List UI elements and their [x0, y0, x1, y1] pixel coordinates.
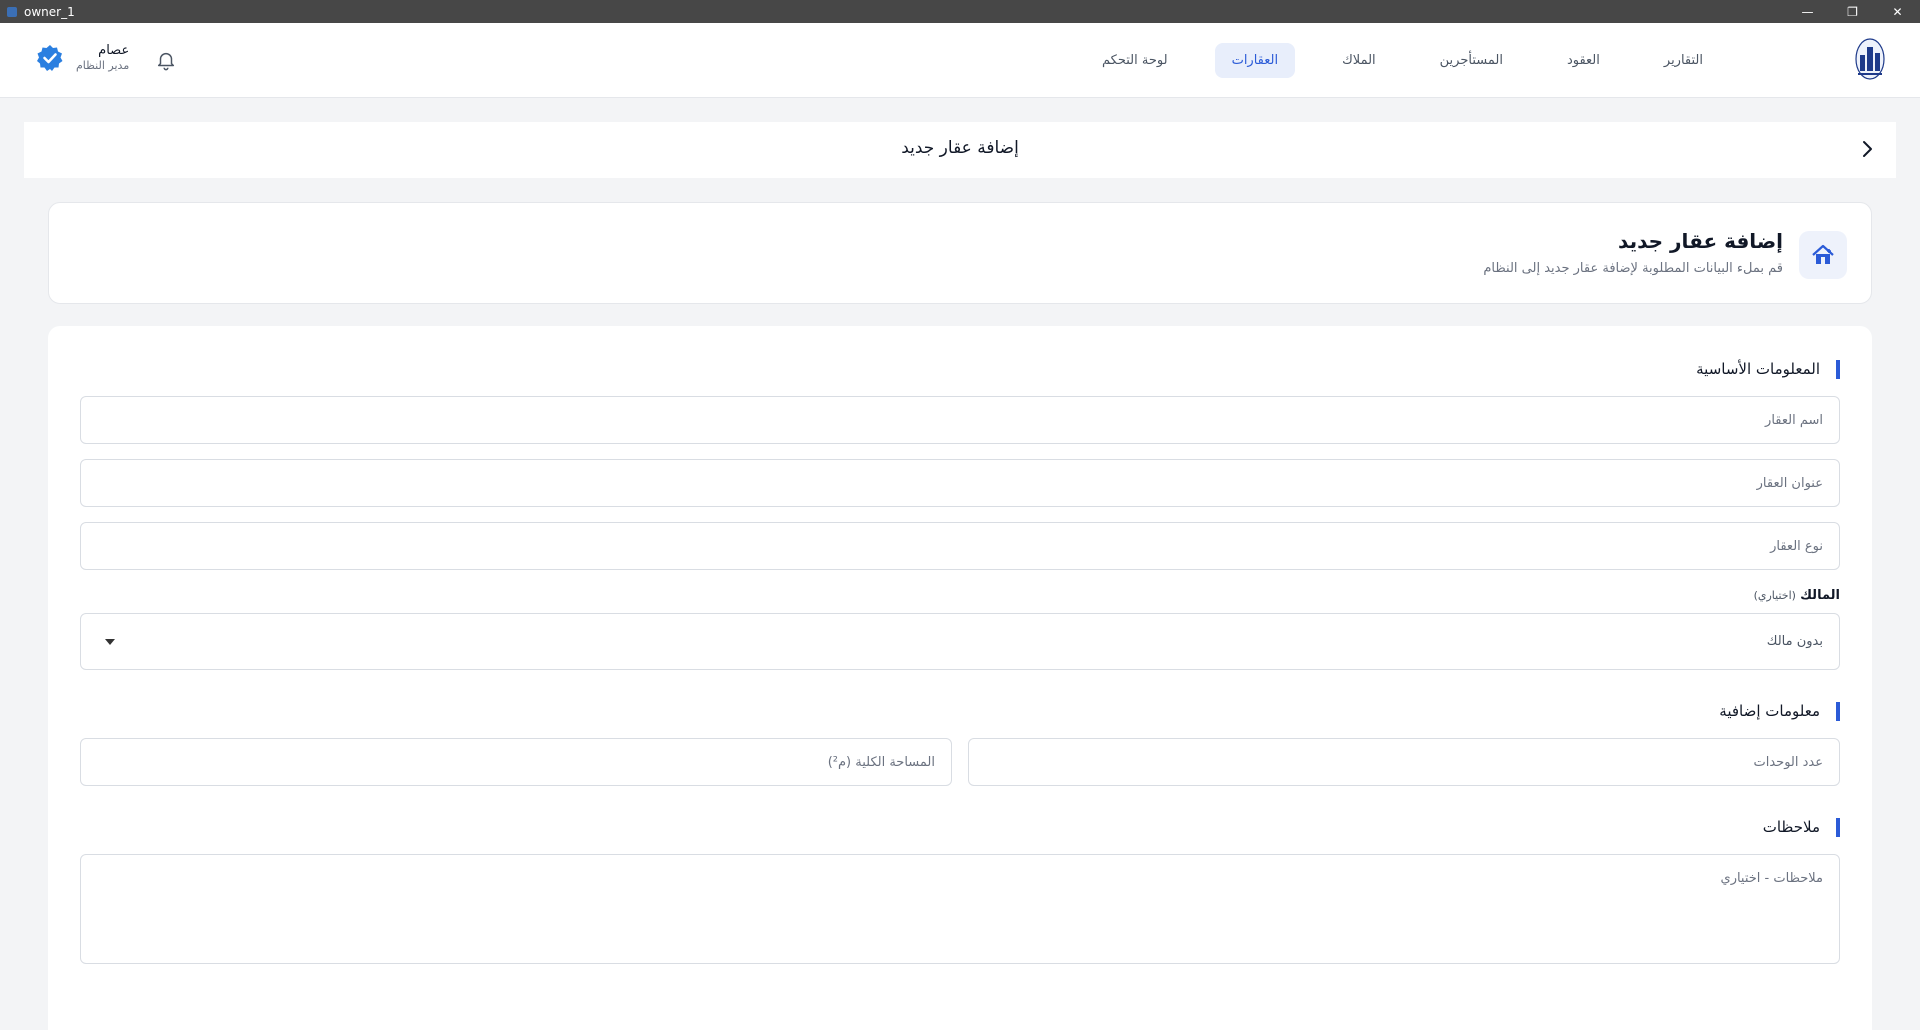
user-profile[interactable]: عصام مدير النظام	[36, 43, 129, 72]
intro-text: إضافة عقار جديد قم بملء البيانات المطلوب…	[1483, 229, 1783, 276]
notes-textarea[interactable]	[81, 855, 1839, 963]
user-info: عصام مدير النظام	[76, 43, 129, 72]
window-controls: — ❐ ✕	[1785, 0, 1920, 23]
property-form: المعلومات الأساسية المالك (اختياري) بدون…	[48, 326, 1872, 1030]
nav-dashboard[interactable]: لوحة التحكم	[1085, 43, 1185, 78]
property-address-field	[80, 459, 1840, 507]
caret-down-icon	[105, 638, 115, 645]
chevron-right-icon[interactable]	[1856, 138, 1878, 160]
section-extra-info: معلومات إضافية	[1719, 702, 1840, 721]
units-count-input[interactable]	[969, 739, 1839, 785]
property-name-field	[80, 396, 1840, 444]
bell-icon[interactable]	[155, 49, 177, 71]
property-address-input[interactable]	[81, 460, 1839, 506]
page-title: إضافة عقار جديد	[901, 138, 1019, 158]
nav-tenants[interactable]: المستأجرين	[1423, 43, 1520, 78]
main-nav: لوحة التحكم العقارات الملاك المستأجرين ا…	[1055, 43, 1720, 78]
units-count-field	[968, 738, 1840, 786]
house-add-icon	[1812, 244, 1834, 264]
intro-title: إضافة عقار جديد	[1618, 229, 1783, 253]
minimize-button[interactable]: —	[1785, 0, 1830, 23]
nav-reports[interactable]: التقارير	[1647, 43, 1720, 78]
restore-button[interactable]: ❐	[1830, 0, 1875, 23]
logo-icon	[1855, 38, 1885, 80]
property-type-field	[80, 522, 1840, 570]
nav-properties[interactable]: العقارات	[1214, 43, 1296, 78]
close-button[interactable]: ✕	[1875, 0, 1920, 23]
top-navbar: لوحة التحكم العقارات الملاك المستأجرين ا…	[0, 23, 1920, 98]
user-name: عصام	[98, 43, 130, 58]
intro-subtitle: قم بملء البيانات المطلوبة لإضافة عقار جد…	[1483, 261, 1783, 276]
section-notes: ملاحظات	[1763, 818, 1840, 837]
owner-label: المالك (اختياري)	[1754, 588, 1840, 603]
app-icon	[7, 6, 17, 17]
property-name-input[interactable]	[81, 397, 1839, 443]
page-header: إضافة عقار جديد	[24, 122, 1896, 178]
owner-select-value: بدون مالك	[1766, 634, 1823, 649]
owner-optional-text: (اختياري)	[1753, 589, 1796, 602]
window-titlebar: owner_1 — ❐ ✕	[0, 0, 1920, 23]
section-basic-info: المعلومات الأساسية	[1696, 360, 1840, 379]
nav-owners[interactable]: الملاك	[1325, 43, 1393, 78]
total-area-field	[80, 738, 952, 786]
notes-field	[80, 854, 1840, 964]
total-area-input[interactable]	[81, 739, 951, 785]
intro-icon-box	[1799, 231, 1847, 279]
window-title: owner_1	[24, 4, 75, 19]
owner-select[interactable]: بدون مالك	[80, 613, 1840, 670]
nav-contracts[interactable]: العقود	[1550, 43, 1617, 78]
intro-card: إضافة عقار جديد قم بملء البيانات المطلوب…	[48, 202, 1872, 304]
owner-label-text: المالك	[1800, 588, 1840, 603]
property-type-input[interactable]	[81, 523, 1839, 569]
user-role: مدير النظام	[76, 59, 130, 72]
verified-badge-icon	[37, 44, 63, 71]
